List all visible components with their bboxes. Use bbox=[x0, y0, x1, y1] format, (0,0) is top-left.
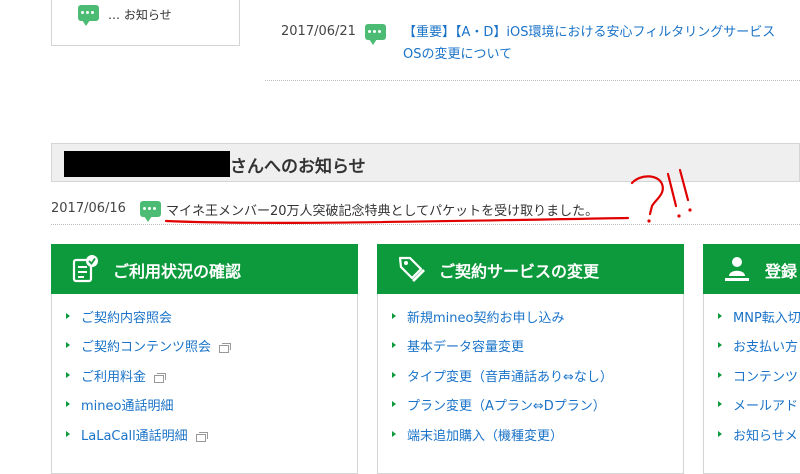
arrow-icon bbox=[718, 371, 722, 378]
arrow-icon bbox=[66, 371, 70, 378]
menu-item-type-change[interactable]: タイプ変更（音声通話あり⇔なし） bbox=[378, 366, 683, 395]
external-window-icon bbox=[195, 431, 208, 442]
menu-item-label: ご契約コンテンツ照会 bbox=[81, 340, 212, 356]
annotation-question-mark bbox=[630, 175, 664, 216]
menu-item-label: プラン変更（Aプラン⇔Dプラン） bbox=[407, 399, 606, 415]
arrow-icon bbox=[718, 342, 722, 349]
arrow-icon bbox=[66, 342, 70, 349]
menu-item-email[interactable]: メールアド bbox=[704, 395, 800, 424]
menu-item-mnp[interactable]: MNP転入切 bbox=[704, 307, 800, 336]
menu-item-plan-change[interactable]: プラン変更（Aプラン⇔Dプラン） bbox=[378, 395, 683, 424]
annotation-exclamation-1 bbox=[666, 172, 678, 208]
menu-item-usage-fee[interactable]: ご利用料金 bbox=[52, 366, 357, 395]
arrow-icon bbox=[392, 342, 396, 349]
arrow-icon bbox=[718, 313, 722, 319]
tag-pen-icon bbox=[398, 256, 425, 282]
menu-item-contents[interactable]: コンテンツ bbox=[704, 366, 800, 395]
menu-item-call-details[interactable]: mineo通話明細 bbox=[52, 395, 357, 424]
arrow-icon bbox=[392, 430, 396, 437]
arrow-icon bbox=[392, 401, 396, 408]
menu-item-data-capacity[interactable]: 基本データ容量変更 bbox=[378, 336, 683, 365]
annotation-exclamation-1-dot bbox=[677, 214, 681, 218]
user-register-icon bbox=[725, 257, 749, 281]
annotation-question-dot bbox=[647, 219, 651, 223]
panel-service-change: ご契約サービスの変更 新規mineo契約お申し込み 基本データ容量変更 タイプ変… bbox=[377, 244, 684, 474]
annotation-exclamation-2-dot bbox=[688, 208, 692, 212]
panel-service-change-header: ご契約サービスの変更 bbox=[377, 244, 684, 294]
panel-usage-header: ご利用状況の確認 bbox=[51, 244, 358, 294]
panel-registration: 登録 MNP転入切 お支払い方 コンテンツ メールアド お知らせメ bbox=[703, 244, 800, 474]
panel-service-change-title: ご契約サービスの変更 bbox=[439, 262, 600, 281]
menu-item-label: お知らせメ bbox=[733, 428, 798, 444]
menu-item-label: mineo通話明細 bbox=[81, 399, 174, 415]
menu-item-label: 端末追加購入（機種変更） bbox=[407, 428, 564, 444]
panel-registration-title: 登録 bbox=[765, 262, 798, 281]
arrow-icon bbox=[66, 430, 70, 437]
external-window-icon bbox=[154, 372, 167, 383]
arrow-icon bbox=[392, 313, 396, 319]
arrow-icon bbox=[66, 401, 70, 408]
menu-item-label: 新規mineo契約お申し込み bbox=[407, 311, 565, 326]
arrow-icon bbox=[66, 313, 70, 319]
panel-usage-title: ご利用状況の確認 bbox=[113, 262, 242, 281]
menu-item-label: メールアド bbox=[733, 399, 799, 415]
menu-item-label: LaLaCall通話明細 bbox=[81, 428, 188, 444]
arrow-icon bbox=[392, 371, 396, 378]
arrow-icon bbox=[718, 401, 722, 408]
clipboard-check-icon bbox=[72, 255, 98, 283]
menu-item-label: ご契約内容照会 bbox=[81, 311, 173, 326]
panel-usage: ご利用状況の確認 ご契約内容照会 ご契約コンテンツ照会 ご利用料金 mineo通… bbox=[51, 244, 358, 474]
menu-item-label: お支払い方 bbox=[733, 340, 799, 356]
menu-item-label: MNP転入切 bbox=[733, 311, 800, 326]
arrow-icon bbox=[718, 430, 722, 437]
menu-item-label: 基本データ容量変更 bbox=[407, 340, 525, 356]
menu-item-contract-contents[interactable]: ご契約コンテンツ照会 bbox=[52, 336, 357, 365]
external-window-icon bbox=[219, 343, 232, 354]
annotation-underline bbox=[164, 216, 630, 224]
menu-item-payment[interactable]: お支払い方 bbox=[704, 336, 800, 365]
menu-item-new-contract[interactable]: 新規mineo契約お申し込み bbox=[378, 307, 683, 336]
panel-registration-header: 登録 bbox=[703, 244, 800, 294]
menu-item-label: タイプ変更（音声通話あり⇔なし） bbox=[407, 369, 613, 385]
annotation-exclamation-2 bbox=[678, 168, 690, 202]
menu-item-contract-info[interactable]: ご契約内容照会 bbox=[52, 307, 357, 336]
menu-item-label: コンテンツ bbox=[733, 369, 799, 385]
menu-item-label: ご利用料金 bbox=[81, 369, 147, 385]
